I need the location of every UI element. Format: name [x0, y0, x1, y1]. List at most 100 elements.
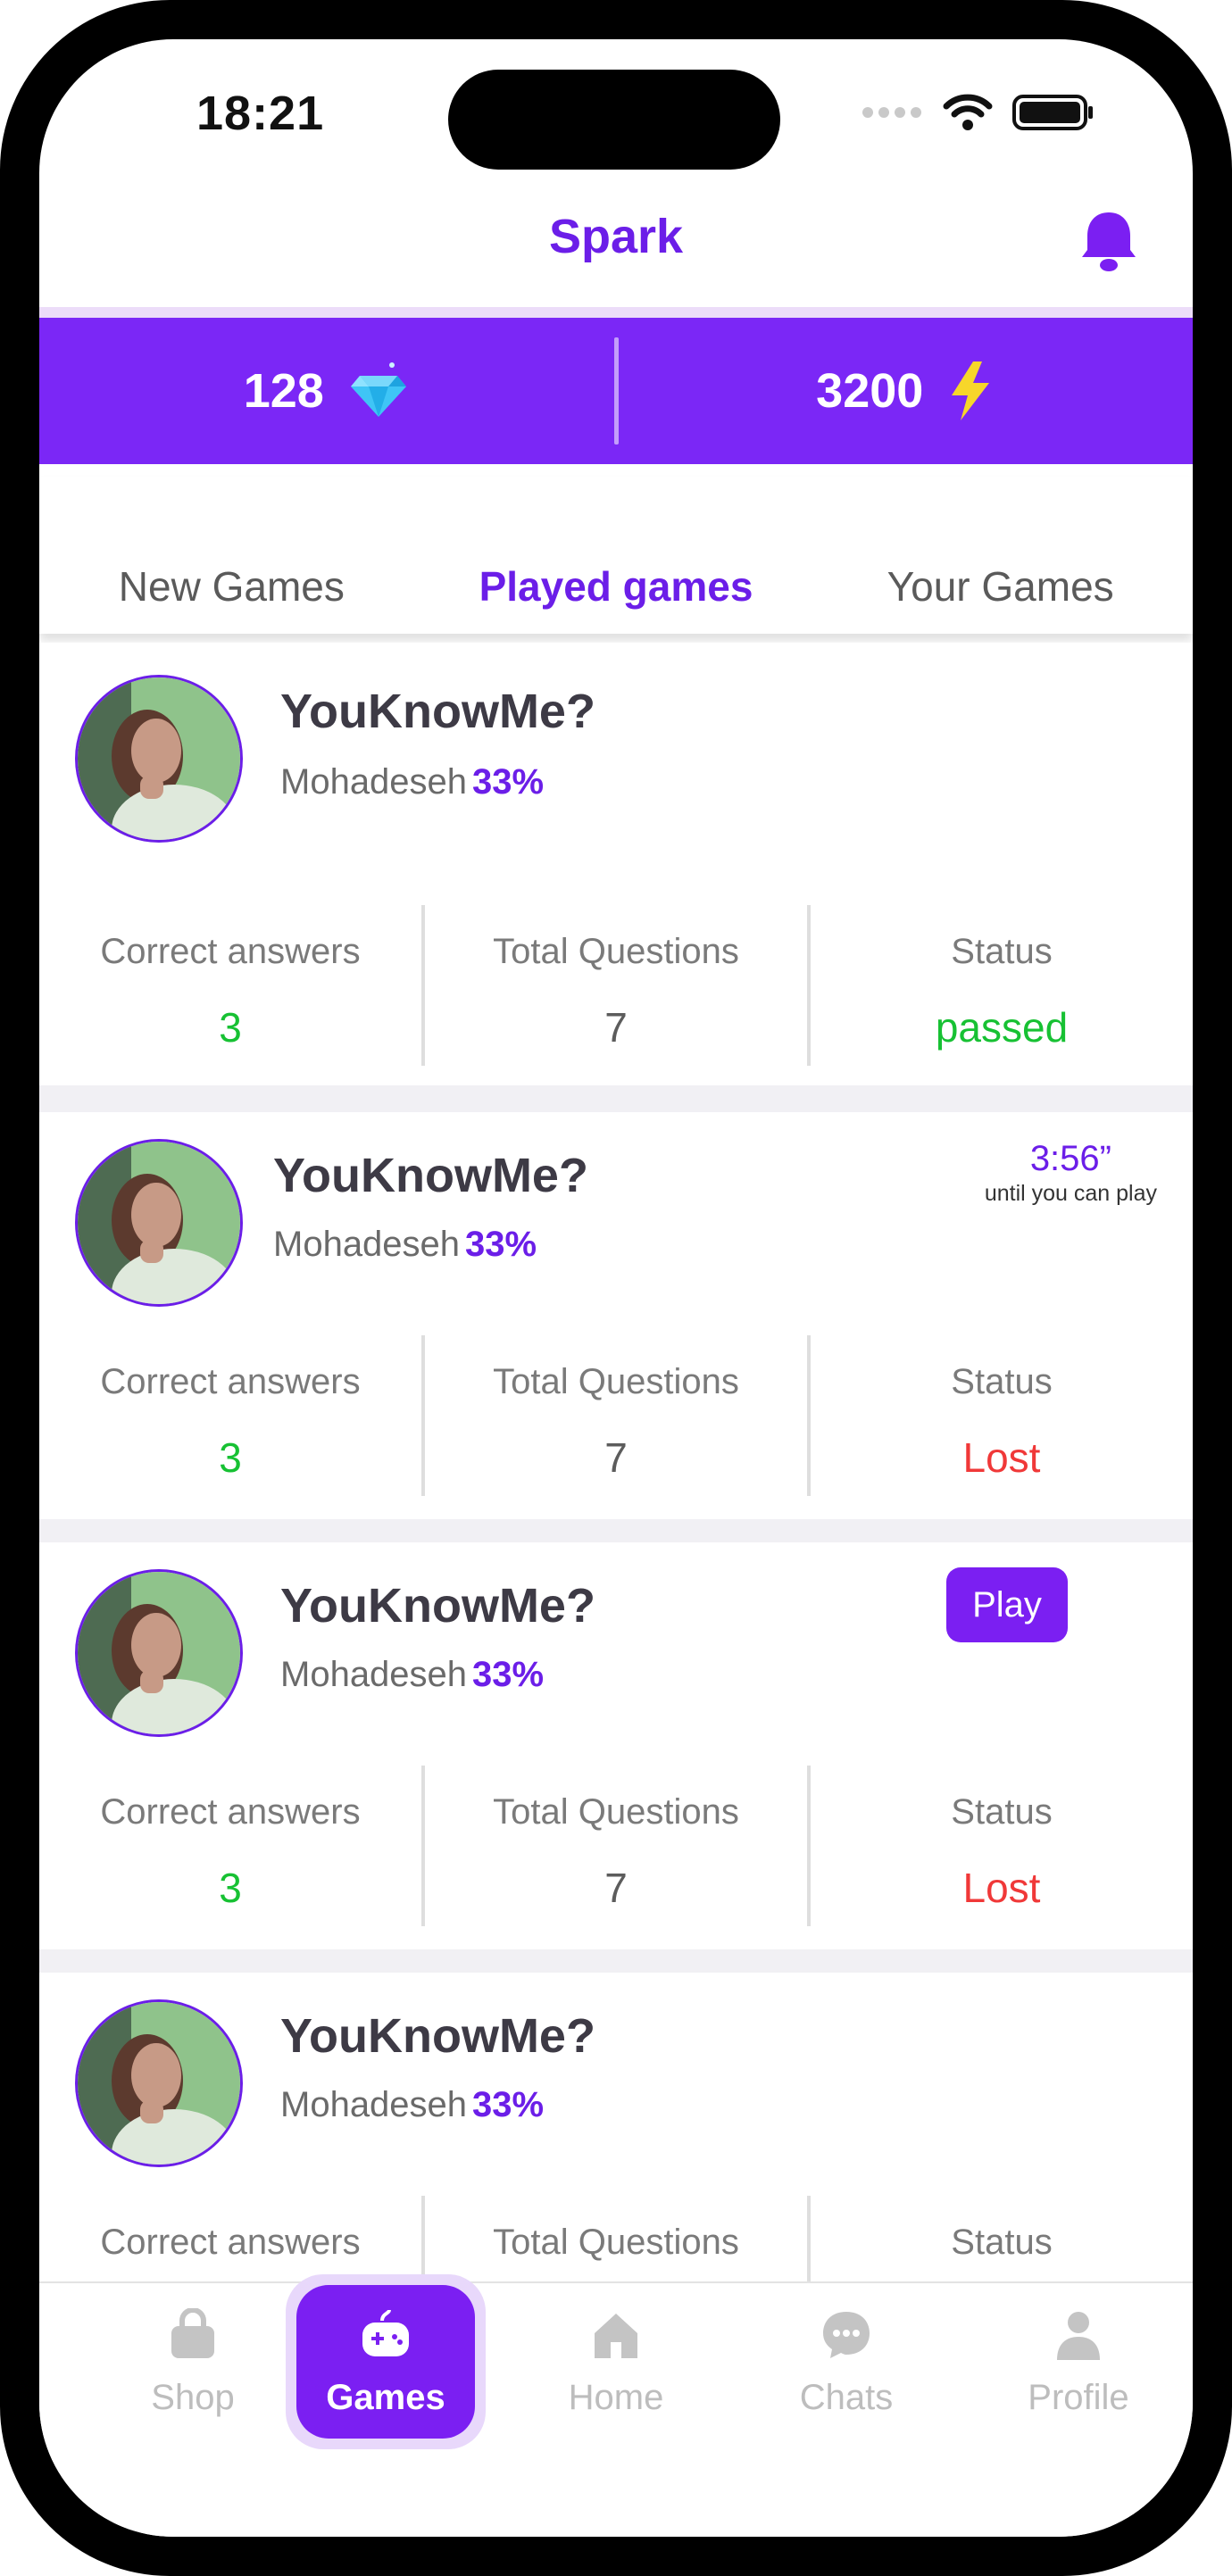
match-percent: 33% — [472, 762, 545, 802]
nav-label: Games — [326, 2378, 445, 2417]
bell-icon[interactable] — [1078, 209, 1139, 273]
card-stats: Correct answers 3 Total Questions 7 Status… — [39, 1766, 1193, 1926]
gems-stat: 128 — [39, 360, 614, 422]
stats-bar-accent — [39, 307, 1193, 318]
shop-bag-icon — [171, 2308, 214, 2358]
timer-note: until you can play — [984, 1181, 1157, 1206]
col-label: Total Questions — [493, 1362, 739, 1401]
cooldown-timer: 3:56” until you can play — [985, 1139, 1157, 1207]
col-label: Correct answers — [100, 2223, 361, 2262]
col-label: Total Questions — [493, 2223, 739, 2262]
status-col: Status Lost — [807, 1766, 1193, 1926]
tab-new-games[interactable]: New Games — [39, 477, 424, 634]
app-title: Spark — [548, 210, 684, 263]
game-card[interactable]: YouKnowMe? Mohadeseh 33% Play Correct ans… — [39, 1542, 1193, 1949]
game-card[interactable]: YouKnowMe? Mohadeseh33% Correct answers 3… — [39, 643, 1193, 1085]
lightning-icon — [952, 361, 990, 420]
avatar — [75, 675, 243, 843]
nav-profile[interactable]: Profile — [989, 2283, 1168, 2418]
avatar — [75, 1569, 243, 1737]
gamepad-icon — [362, 2309, 409, 2356]
status-col: Status passed — [807, 905, 1193, 1066]
total-questions-col: Total Questions 7 — [421, 905, 807, 1066]
avatar — [75, 1139, 243, 1307]
play-button[interactable]: Play — [946, 1567, 1068, 1642]
phone-frame: 18:21 Spark 128 3200 New Games Played ga… — [0, 0, 1232, 2576]
tab-label: Your Games — [887, 563, 1114, 610]
dynamic-island — [448, 70, 780, 170]
col-label: Total Questions — [493, 1792, 739, 1832]
nav-label: Chats — [799, 2378, 894, 2417]
player-name: Mohadeseh — [280, 2085, 468, 2124]
col-label: Status — [951, 932, 1053, 971]
played-games-list: YouKnowMe? Mohadeseh 33% Correct answers 3… — [39, 643, 1193, 2380]
game-card[interactable]: YouKnowMe? Mohadeseh 33% 3:56” until you … — [39, 1112, 1193, 1519]
diamond-icon — [350, 362, 406, 417]
battery-icon — [1012, 95, 1093, 130]
match-percent: 33% — [472, 2085, 545, 2124]
col-label: Status — [951, 1362, 1053, 1401]
nav-games[interactable]: Games — [296, 2285, 475, 2439]
game-tabs: New Games Played games Your Games — [39, 477, 1193, 634]
gems-count: 128 — [243, 364, 324, 418]
player-line: Mohadeseh 33% — [280, 2085, 544, 2125]
player-line: Mohadeseh 33% — [273, 1225, 537, 1265]
player-line: Mohadeseh 33% — [280, 762, 544, 802]
nav-chats[interactable]: Chats — [757, 2283, 936, 2418]
total-value: 7 — [604, 1004, 628, 1051]
total-value: 7 — [604, 1434, 628, 1481]
status-time: 18:21 — [196, 87, 325, 140]
person-icon — [1057, 2312, 1100, 2360]
energy-count: 3200 — [816, 364, 924, 418]
game-title: YouKnowMe? — [273, 1149, 588, 1202]
card-stats: Correct answers 3 Total Questions 7 Status… — [39, 905, 1193, 1066]
col-label: Correct answers — [100, 1362, 361, 1401]
status-col: Status Lost — [807, 1335, 1193, 1496]
game-title: YouKnowMe? — [280, 2009, 595, 2063]
col-label: Correct answers — [100, 932, 361, 971]
total-questions-col: Total Questions 7 — [421, 1335, 807, 1496]
status-value: Lost — [962, 1434, 1041, 1481]
nav-label: Shop — [151, 2378, 235, 2417]
tab-played-games[interactable]: Played games — [424, 477, 809, 634]
col-label: Status — [951, 1792, 1053, 1832]
correct-value: 3 — [219, 1865, 242, 1911]
tab-label: Played games — [479, 563, 753, 610]
game-title: YouKnowMe? — [280, 685, 595, 738]
nav-label: Profile — [1028, 2378, 1129, 2417]
nav-home[interactable]: Home — [527, 2283, 705, 2418]
col-label: Total Questions — [493, 932, 739, 971]
wifi-icon — [943, 94, 993, 130]
status-icons — [861, 93, 1095, 132]
chat-bubble-icon — [823, 2312, 870, 2358]
player-line: Mohadeseh 33% — [280, 1655, 544, 1695]
match-percent: 33% — [465, 1225, 537, 1264]
total-value: 7 — [604, 1865, 628, 1911]
match-percent: 33% — [472, 1655, 545, 1694]
timer-value: 3:56” — [1029, 1139, 1111, 1178]
total-questions-col: Total Questions 7 — [421, 1766, 807, 1926]
correct-answers-col: Correct answers 3 — [39, 905, 421, 1066]
home-icon — [595, 2314, 637, 2358]
tab-your-games[interactable]: Your Games — [808, 477, 1193, 634]
correct-answers-col: Correct answers 3 — [39, 1766, 421, 1926]
app-screen: 18:21 Spark 128 3200 New Games Played ga… — [39, 39, 1193, 2537]
avatar — [75, 1999, 243, 2167]
signal-icon — [862, 107, 921, 118]
card-stats: Correct answers 3 Total Questions 7 Status… — [39, 1335, 1193, 1496]
tab-label: New Games — [118, 563, 345, 610]
energy-stat: 3200 — [619, 360, 1194, 422]
col-label: Status — [951, 2223, 1053, 2262]
status-value: Lost — [962, 1865, 1041, 1911]
col-label: Correct answers — [100, 1792, 361, 1832]
player-name: Mohadeseh — [280, 762, 468, 802]
correct-value: 3 — [219, 1004, 242, 1051]
nav-shop[interactable]: Shop — [104, 2283, 282, 2418]
game-title: YouKnowMe? — [280, 1579, 595, 1633]
player-name: Mohadeseh — [273, 1225, 461, 1264]
bottom-nav: Shop Games Home Chats Profile — [39, 2274, 1193, 2537]
correct-answers-col: Correct answers 3 — [39, 1335, 421, 1496]
stats-bar: 128 3200 — [39, 318, 1193, 464]
correct-value: 3 — [219, 1434, 242, 1481]
status-value: passed — [935, 1004, 1069, 1051]
